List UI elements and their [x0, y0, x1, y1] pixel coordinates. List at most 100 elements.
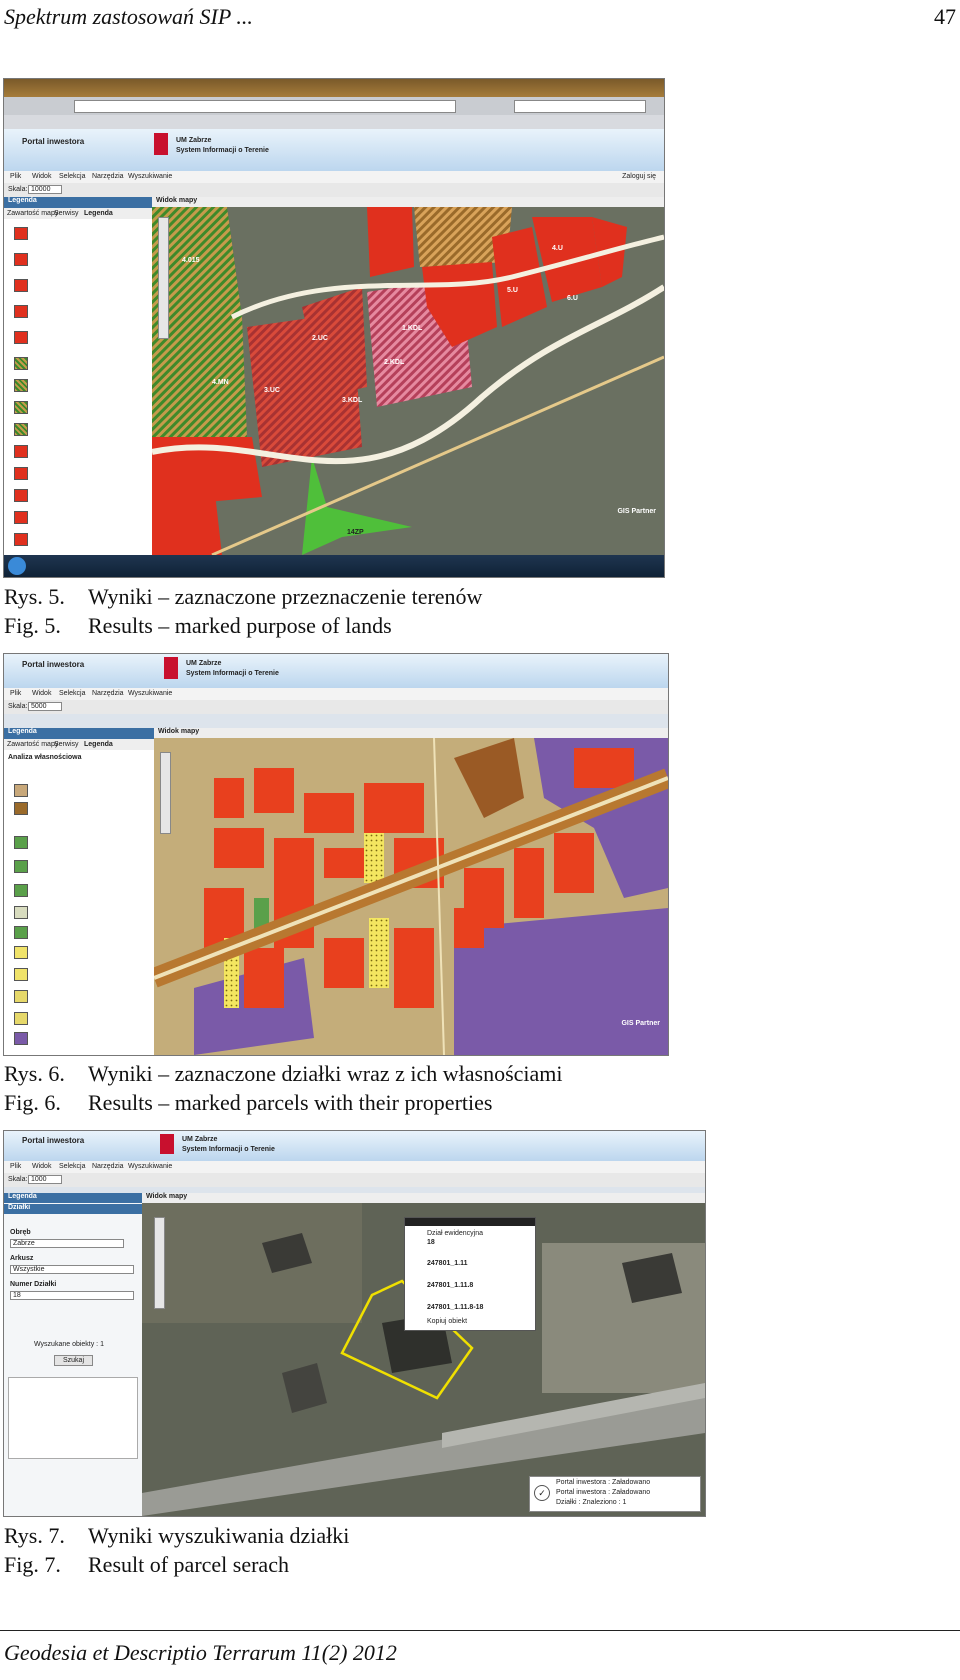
search-button[interactable]: Szukaj: [54, 1355, 94, 1366]
portal-title[interactable]: Portal inwestora: [22, 1136, 84, 1145]
coat-of-arms-icon: [164, 657, 178, 679]
coat-of-arms-icon: [154, 133, 168, 155]
parcel: [514, 848, 544, 918]
portal-title[interactable]: Portal inwestora: [22, 660, 84, 669]
tab-legend[interactable]: Legenda: [84, 210, 113, 217]
parcel: [554, 833, 594, 893]
tab-map-content[interactable]: Zawartość mapy: [7, 210, 58, 217]
parcel-number-input[interactable]: 18: [10, 1291, 134, 1300]
legend-list: [4, 219, 152, 549]
zone-label: 4.015: [182, 257, 200, 264]
map-view-header: Widok mapy: [142, 1193, 705, 1203]
coat-of-arms-icon: [160, 1134, 174, 1154]
ownership-map: [154, 738, 668, 1055]
portal-title[interactable]: Portal inwestora: [22, 137, 84, 146]
field: [142, 1203, 362, 1323]
menu-search[interactable]: Wyszukiwanie: [128, 173, 172, 180]
checkmark-icon: ✓: [534, 1485, 550, 1501]
legend-titlebar: Legenda: [4, 197, 152, 208]
menu-view[interactable]: Widok: [32, 173, 51, 180]
obreb-select[interactable]: Zabrze: [10, 1239, 124, 1248]
zone-label: 3.UC: [264, 387, 280, 394]
scale-input[interactable]: 10000: [28, 185, 62, 194]
menu-tools[interactable]: Narzędzia: [92, 690, 124, 697]
scale-input[interactable]: 1000: [28, 1175, 62, 1184]
info-popup-titlebar: [405, 1218, 535, 1226]
zone-label: 4.U: [552, 245, 563, 252]
info-popup-row: 247801_1.11: [427, 1260, 468, 1267]
parcel: [244, 948, 284, 1008]
menu-view[interactable]: Widok: [32, 1163, 51, 1170]
parcel: [214, 828, 264, 868]
results-count: Wyszukane obiekty : 1: [34, 1341, 104, 1348]
menu-file[interactable]: Plik: [10, 690, 21, 697]
figure-6-screenshot: Portal inwestora UM Zabrze System Inform…: [3, 653, 669, 1056]
status-line: Działki : Znaleziono : 1: [556, 1499, 627, 1506]
zone-label: 6.U: [567, 295, 578, 302]
parcel: [394, 928, 434, 1008]
menu-selection[interactable]: Selekcja: [59, 690, 85, 697]
figure-7-caption-pl: Rys. 7. Wyniki wyszukiwania działki: [4, 1523, 350, 1548]
scale-label: Skala:: [8, 703, 28, 710]
arkusz-select[interactable]: Wszystkie: [10, 1265, 134, 1274]
tab-legend[interactable]: Legenda: [84, 741, 113, 748]
city-name: UM Zabrze: [182, 1136, 218, 1143]
menu-view[interactable]: Widok: [32, 690, 51, 697]
zone-label: 3.KDL: [342, 397, 363, 404]
bookmarks-bar: [4, 115, 664, 129]
map-view-header: Widok mapy: [152, 197, 664, 207]
menu-file[interactable]: Plik: [10, 173, 21, 180]
menu-search[interactable]: Wyszukiwanie: [128, 1163, 172, 1170]
tab-services[interactable]: Serwisy: [54, 210, 79, 217]
legend-titlebar: Legenda: [4, 1193, 142, 1203]
parcel: [574, 748, 634, 788]
parcel: [369, 918, 389, 988]
parcel-zone: [367, 207, 414, 277]
figure-5-caption-pl: Rys. 5. Wyniki – zaznaczone przeznaczenie…: [4, 584, 483, 609]
figure-5-caption-en: Fig. 5. Results – marked purpose of lands: [4, 613, 392, 638]
parcel: [364, 783, 424, 833]
menu-file[interactable]: Plik: [10, 1163, 21, 1170]
journal-footer: Geodesia et Descriptio Terrarum 11(2) 20…: [4, 1640, 397, 1665]
panel-title: Działki: [4, 1204, 142, 1214]
parcel-number-label: Numer Działki: [10, 1281, 57, 1288]
arkusz-label: Arkusz: [10, 1255, 34, 1262]
start-button-icon[interactable]: [8, 557, 26, 575]
zoom-slider[interactable]: [158, 217, 169, 339]
app-header: Portal inwestora UM Zabrze System Inform…: [4, 654, 668, 688]
info-popup-title: Dział ewidencyjna: [427, 1230, 484, 1237]
city-name: UM Zabrze: [186, 660, 222, 667]
menu-selection[interactable]: Selekcja: [59, 173, 85, 180]
parcel: [304, 793, 354, 833]
map-view[interactable]: Widok mapy: [154, 728, 668, 1055]
login-link[interactable]: Zaloguj się: [622, 173, 656, 180]
menu-tools[interactable]: Narzędzia: [92, 173, 124, 180]
legend-panel: Legenda Zawartość mapy Serwisy Legenda A…: [4, 728, 155, 1055]
menu-search[interactable]: Wyszukiwanie: [128, 690, 172, 697]
zoom-slider[interactable]: [160, 752, 171, 834]
zone-label: 14ZP: [347, 529, 364, 536]
footer-rule: [0, 1630, 960, 1631]
legend-list: [4, 750, 154, 1045]
tab-map-content[interactable]: Zawartość mapy: [7, 741, 58, 748]
tab-services[interactable]: Serwisy: [54, 741, 79, 748]
scale-label: Skala:: [8, 1176, 28, 1183]
menu-tools[interactable]: Narzędzia: [92, 1163, 124, 1170]
status-line: Portal inwestora : Załadowano: [556, 1479, 651, 1486]
zoom-slider[interactable]: [154, 1217, 165, 1309]
parcel-search-panel: Legenda Działki Obręb Zabrze Arkusz Wszy…: [4, 1193, 143, 1516]
legend-titlebar: Legenda: [4, 728, 154, 739]
info-popup-row: 247801_1.11.8-18: [427, 1304, 484, 1311]
browser-addressbar[interactable]: [4, 97, 664, 115]
parcel: [324, 938, 364, 988]
map-view[interactable]: Widok mapy: [152, 197, 664, 555]
scale-input[interactable]: 5000: [28, 702, 62, 711]
menu-selection[interactable]: Selekcja: [59, 1163, 85, 1170]
obreb-label: Obręb: [10, 1229, 31, 1236]
copy-object-link[interactable]: Kopiuj obiekt: [427, 1318, 467, 1325]
result-list[interactable]: [8, 1377, 138, 1459]
figure-7-caption-en: Fig. 7. Result of parcel serach: [4, 1552, 289, 1577]
map-view[interactable]: Widok mapy Dział ewidencyjna 18 247801_1…: [142, 1193, 705, 1516]
parcel: [274, 838, 314, 888]
system-name: System Informacji o Terenie: [182, 1146, 275, 1153]
